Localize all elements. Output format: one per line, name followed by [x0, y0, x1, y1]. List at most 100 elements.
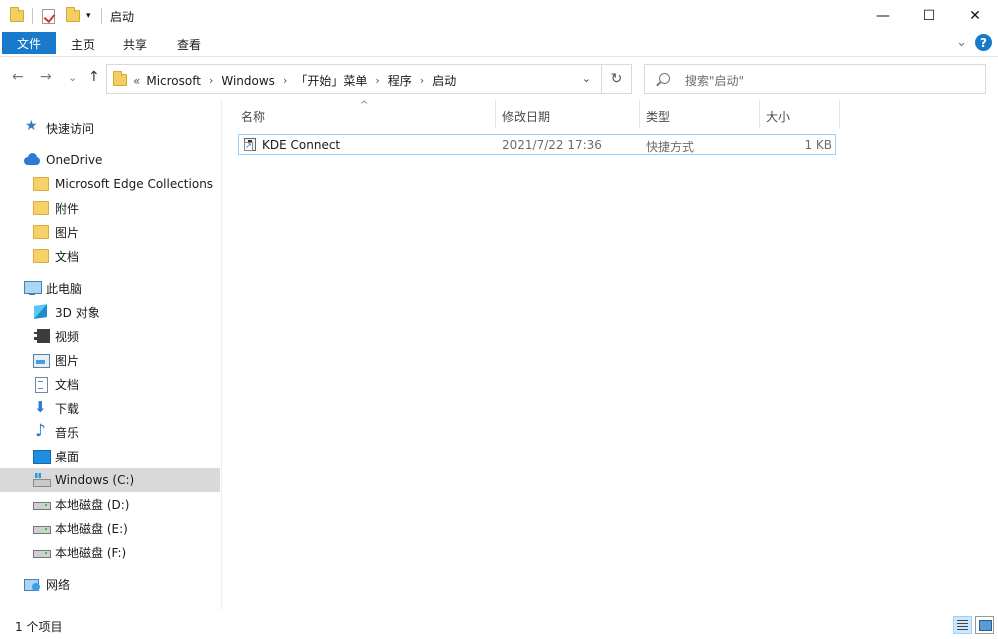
new-folder-icon[interactable] [66, 6, 80, 26]
sidebar-item-drive-c[interactable]: Windows (C:) [0, 468, 220, 492]
column-divider[interactable] [839, 100, 840, 128]
column-divider[interactable] [759, 100, 760, 128]
details-view-icon[interactable] [953, 616, 972, 634]
cube-icon [33, 305, 49, 319]
sidebar-item-label: 3D 对象 [55, 305, 100, 320]
sidebar-item-network[interactable]: 网络 [0, 572, 220, 596]
sidebar-item-drive-f[interactable]: 本地磁盘 (F:) [0, 540, 220, 564]
sidebar-item-onedrive-documents[interactable]: 文档 [0, 244, 220, 268]
folder-icon[interactable] [10, 6, 24, 26]
sidebar-item-label: 音乐 [55, 425, 80, 440]
breadcrumb-startup[interactable]: 启动 [432, 72, 456, 89]
recent-locations-button[interactable]: ⌄ [68, 71, 77, 84]
video-icon [33, 329, 50, 343]
breadcrumb-start-menu[interactable]: 「开始」菜单 [295, 72, 367, 89]
star-icon [24, 118, 40, 135]
minimize-button[interactable]: — [860, 0, 906, 31]
search-input[interactable]: 搜索"启动" [644, 64, 986, 94]
file-name: KDE Connect [262, 138, 341, 152]
sidebar-item-label: 下载 [55, 401, 80, 416]
cloud-icon [24, 153, 40, 167]
column-divider[interactable] [495, 100, 496, 128]
computer-icon [24, 281, 42, 295]
sidebar-item-label: 附件 [55, 201, 80, 216]
refresh-button[interactable]: ↻ [601, 65, 631, 93]
picture-icon [33, 353, 50, 368]
sidebar-item-label: 本地磁盘 (E:) [55, 521, 128, 536]
sidebar-item-this-pc[interactable]: 此电脑 [0, 276, 220, 300]
column-header-date[interactable]: 修改日期 [502, 104, 550, 128]
column-header-name[interactable]: 名称 [241, 104, 265, 128]
sidebar-item-edge-collections[interactable]: Microsoft Edge Collections [0, 172, 220, 196]
sidebar-item-desktop[interactable]: 桌面 [0, 444, 220, 468]
sidebar-item-quick-access[interactable]: 快速访问 [0, 116, 220, 140]
sidebar-item-label: OneDrive [46, 153, 103, 167]
tab-file[interactable]: 文件 [2, 32, 56, 54]
breadcrumb-windows[interactable]: Windows [221, 74, 275, 88]
sidebar-item-drive-e[interactable]: 本地磁盘 (E:) [0, 516, 220, 540]
breadcrumb-overflow[interactable]: « [133, 74, 140, 88]
column-header-type[interactable]: 类型 [646, 104, 670, 128]
sidebar-item-onedrive-pictures[interactable]: 图片 [0, 220, 220, 244]
chevron-right-icon[interactable]: › [209, 74, 213, 87]
sidebar-item-label: 此电脑 [46, 281, 83, 296]
breadcrumb: « Microsoft › Windows › 「开始」菜单 › 程序 › 启动 [133, 72, 456, 89]
address-dropdown-icon[interactable]: ⌄ [582, 72, 591, 85]
sidebar-item-drive-d[interactable]: 本地磁盘 (D:) [0, 492, 220, 516]
separator [32, 6, 33, 26]
sidebar-item-label: 桌面 [55, 449, 80, 464]
column-header-size[interactable]: 大小 [766, 104, 790, 128]
sidebar-item-label: 文档 [55, 249, 80, 264]
maximize-button[interactable]: ☐ [906, 0, 952, 31]
ribbon-tabs: 文件 主页 共享 查看 ⌄ ? [0, 31, 998, 56]
tab-share[interactable]: 共享 [123, 36, 147, 53]
sidebar-item-label: 图片 [55, 225, 80, 240]
back-button[interactable]: ← [12, 69, 24, 85]
sidebar-item-3d-objects[interactable]: 3D 对象 [0, 300, 220, 324]
sidebar-item-attachments[interactable]: 附件 [0, 196, 220, 220]
breadcrumb-microsoft[interactable]: Microsoft [146, 74, 201, 88]
sidebar-item-documents[interactable]: 文档 [0, 372, 220, 396]
large-icons-view-icon[interactable] [975, 616, 994, 634]
forward-button[interactable]: → [40, 69, 52, 85]
sidebar-item-music[interactable]: 音乐 [0, 420, 220, 444]
chevron-right-icon[interactable]: › [283, 74, 287, 87]
properties-icon[interactable] [42, 6, 55, 26]
title-bar: ▾ 启动 — ☐ ✕ [0, 0, 998, 31]
up-button[interactable]: ↑ [88, 69, 100, 85]
folder-icon [33, 201, 49, 215]
chevron-right-icon[interactable]: › [375, 74, 379, 87]
navigation-pane: 快速访问 OneDrive Microsoft Edge Collections… [0, 100, 222, 610]
file-type: 快捷方式 [646, 140, 695, 154]
sidebar-item-downloads[interactable]: 下载 [0, 396, 220, 420]
sidebar-item-label: 图片 [55, 353, 80, 368]
sidebar-item-onedrive[interactable]: OneDrive [0, 148, 220, 172]
sidebar-item-label: Windows (C:) [55, 473, 135, 487]
tab-home[interactable]: 主页 [71, 36, 95, 53]
tab-view[interactable]: 查看 [177, 36, 201, 53]
folder-icon [33, 177, 49, 191]
chevron-right-icon[interactable]: › [420, 74, 424, 87]
sidebar-item-label: 文档 [55, 377, 80, 392]
column-divider[interactable] [639, 100, 640, 128]
window-title: 启动 [110, 10, 135, 24]
sidebar-item-pictures[interactable]: 图片 [0, 348, 220, 372]
help-icon[interactable]: ? [975, 34, 992, 51]
breadcrumb-programs[interactable]: 程序 [388, 72, 412, 89]
close-button[interactable]: ✕ [952, 0, 998, 31]
table-row[interactable]: KDE Connect 2021/7/22 17:36 快捷方式 1 KB [238, 134, 836, 155]
quick-access-dropdown-icon[interactable]: ▾ [86, 6, 91, 26]
expand-ribbon-icon[interactable]: ⌄ [956, 35, 967, 50]
sidebar-item-videos[interactable]: 视频 [0, 324, 220, 348]
drive-icon [33, 521, 51, 535]
separator [101, 6, 102, 26]
folder-icon [33, 225, 49, 239]
shortcut-icon [244, 138, 256, 151]
search-icon [659, 73, 670, 84]
sidebar-item-label: 网络 [46, 577, 71, 592]
desktop-icon [33, 449, 51, 464]
network-icon [24, 577, 40, 591]
address-bar[interactable]: « Microsoft › Windows › 「开始」菜单 › 程序 › 启动… [106, 64, 632, 94]
drive-icon [33, 545, 51, 559]
item-count: 1 个项目 [15, 620, 63, 634]
